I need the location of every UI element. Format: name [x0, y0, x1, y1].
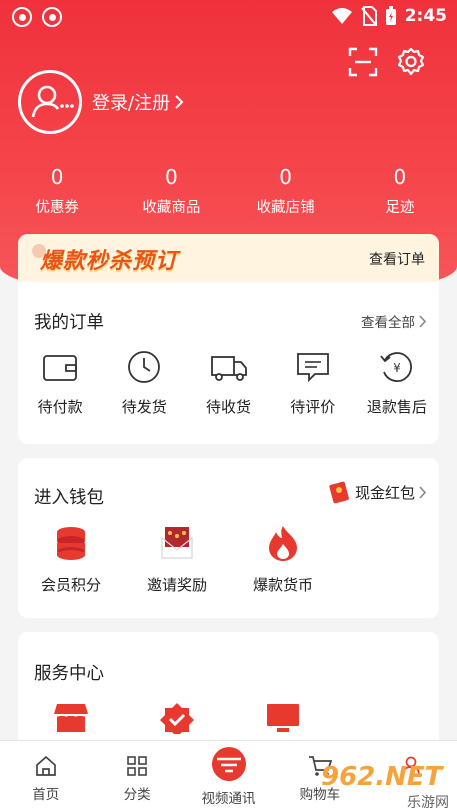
battery-icon: [385, 6, 396, 25]
order-pending-review[interactable]: 待评价: [271, 350, 355, 417]
store-icon: [54, 704, 88, 732]
login-label: 登录/注册: [92, 93, 171, 114]
comment-icon: [296, 353, 329, 383]
stat-label: 足迹: [385, 200, 415, 216]
member-points[interactable]: 会员积分: [18, 524, 124, 595]
promo-title: 爆款秒杀预订: [40, 249, 179, 274]
tab-category[interactable]: 分类: [91, 741, 182, 812]
category-icon: [127, 756, 147, 776]
cash-red-packet-label: 现金红包: [354, 483, 415, 502]
orders-section: 我的订单 查看全部 待付款 待发货 待收货 待评价 ¥ 退款售后: [18, 282, 439, 444]
order-label: 待付款: [37, 398, 83, 416]
order-pending-receipt[interactable]: 待收货: [186, 350, 270, 417]
wallet-label: 邀请奖励: [146, 576, 207, 594]
view-orders-link[interactable]: 查看订单: [369, 249, 425, 269]
badge-check-icon: [160, 703, 194, 734]
tab-label: 分类: [123, 787, 151, 803]
services-title: 服务中心: [34, 664, 104, 684]
settings-gear-icon[interactable]: [395, 46, 427, 78]
stat-label: 收藏店铺: [256, 200, 315, 216]
avatar[interactable]: [18, 70, 82, 134]
watermark-text: 962.NET: [321, 762, 443, 792]
wallet-card: 进入钱包 现金红包 会员积分 邀请奖励 爆款货币: [18, 458, 439, 618]
notification-icon: [42, 7, 62, 27]
stat-label: 收藏商品: [142, 200, 201, 216]
watermark: 962.NET 乐游网: [307, 758, 457, 812]
wallet-title: 进入钱包: [34, 488, 104, 508]
order-label: 待收货: [206, 398, 252, 416]
chevron-right-icon: [419, 314, 427, 328]
wallet-label: 会员积分: [40, 576, 101, 594]
home-icon: [35, 755, 56, 776]
wifi-icon: [331, 8, 352, 24]
brand-logo-icon: [211, 747, 246, 781]
svg-text:¥: ¥: [393, 361, 401, 375]
order-label: 待发货: [121, 398, 167, 416]
status-time: 2:45: [404, 6, 447, 26]
order-pending-payment[interactable]: 待付款: [18, 350, 102, 417]
stat-value: 0: [393, 165, 407, 189]
stat-value: 0: [50, 165, 64, 189]
wallet-icon: [43, 355, 77, 381]
order-pending-shipment[interactable]: 待发货: [102, 350, 186, 417]
cash-red-packet-link[interactable]: 现金红包: [327, 480, 427, 504]
flame-icon: [269, 526, 297, 561]
services-card: 服务中心: [18, 632, 439, 752]
tab-label: 视频通讯: [201, 791, 256, 807]
notification-icon: [12, 7, 32, 27]
no-sim-icon: [360, 6, 377, 26]
coins-icon: [57, 527, 85, 560]
stat-label: 优惠券: [35, 200, 79, 216]
status-bar: 2:45: [0, 0, 457, 34]
refund-icon: ¥: [380, 352, 412, 382]
stats-bar: 0 优惠券 0 收藏商品 0 收藏店铺 0 足迹: [0, 164, 457, 217]
chevron-right-icon: [175, 95, 184, 109]
truck-icon: [210, 356, 247, 381]
order-label: 待评价: [290, 398, 336, 416]
watermark-sub: 乐游网: [407, 795, 449, 811]
view-all-orders-link[interactable]: 查看全部: [361, 311, 427, 331]
tab-home[interactable]: 首页: [0, 741, 91, 812]
stat-value: 0: [165, 165, 178, 189]
orders-title: 我的订单: [34, 313, 104, 333]
promo-banner[interactable]: 爆款秒杀预订 查看订单: [18, 234, 439, 282]
wallet-label: 爆款货币: [252, 576, 313, 594]
tab-video-call[interactable]: 视频通讯: [183, 741, 274, 812]
hot-currency[interactable]: 爆款货币: [230, 524, 336, 595]
service-item[interactable]: [18, 702, 124, 734]
stat-footprints[interactable]: 0 足迹: [343, 164, 457, 217]
tab-label: 首页: [32, 787, 60, 803]
service-item[interactable]: [230, 702, 336, 734]
chevron-right-icon: [419, 485, 427, 499]
view-all-label: 查看全部: [361, 315, 415, 331]
red-packet-icon: [329, 481, 349, 504]
gift-envelope-icon: [161, 527, 193, 559]
order-label: 退款售后: [366, 398, 427, 416]
monitor-icon: [267, 704, 299, 732]
invite-reward[interactable]: 邀请奖励: [124, 524, 230, 595]
login-register-link[interactable]: 登录/注册: [92, 89, 184, 115]
user-icon: [31, 85, 74, 118]
stat-favorite-goods[interactable]: 0 收藏商品: [114, 164, 228, 217]
order-refund-aftersales[interactable]: ¥ 退款售后: [355, 350, 439, 417]
stat-coupons[interactable]: 0 优惠券: [0, 164, 114, 217]
clock-icon: [128, 351, 161, 383]
stat-value: 0: [279, 165, 292, 189]
scan-icon[interactable]: [347, 46, 379, 78]
service-item[interactable]: [124, 702, 230, 734]
stat-favorite-shops[interactable]: 0 收藏店铺: [229, 164, 343, 217]
